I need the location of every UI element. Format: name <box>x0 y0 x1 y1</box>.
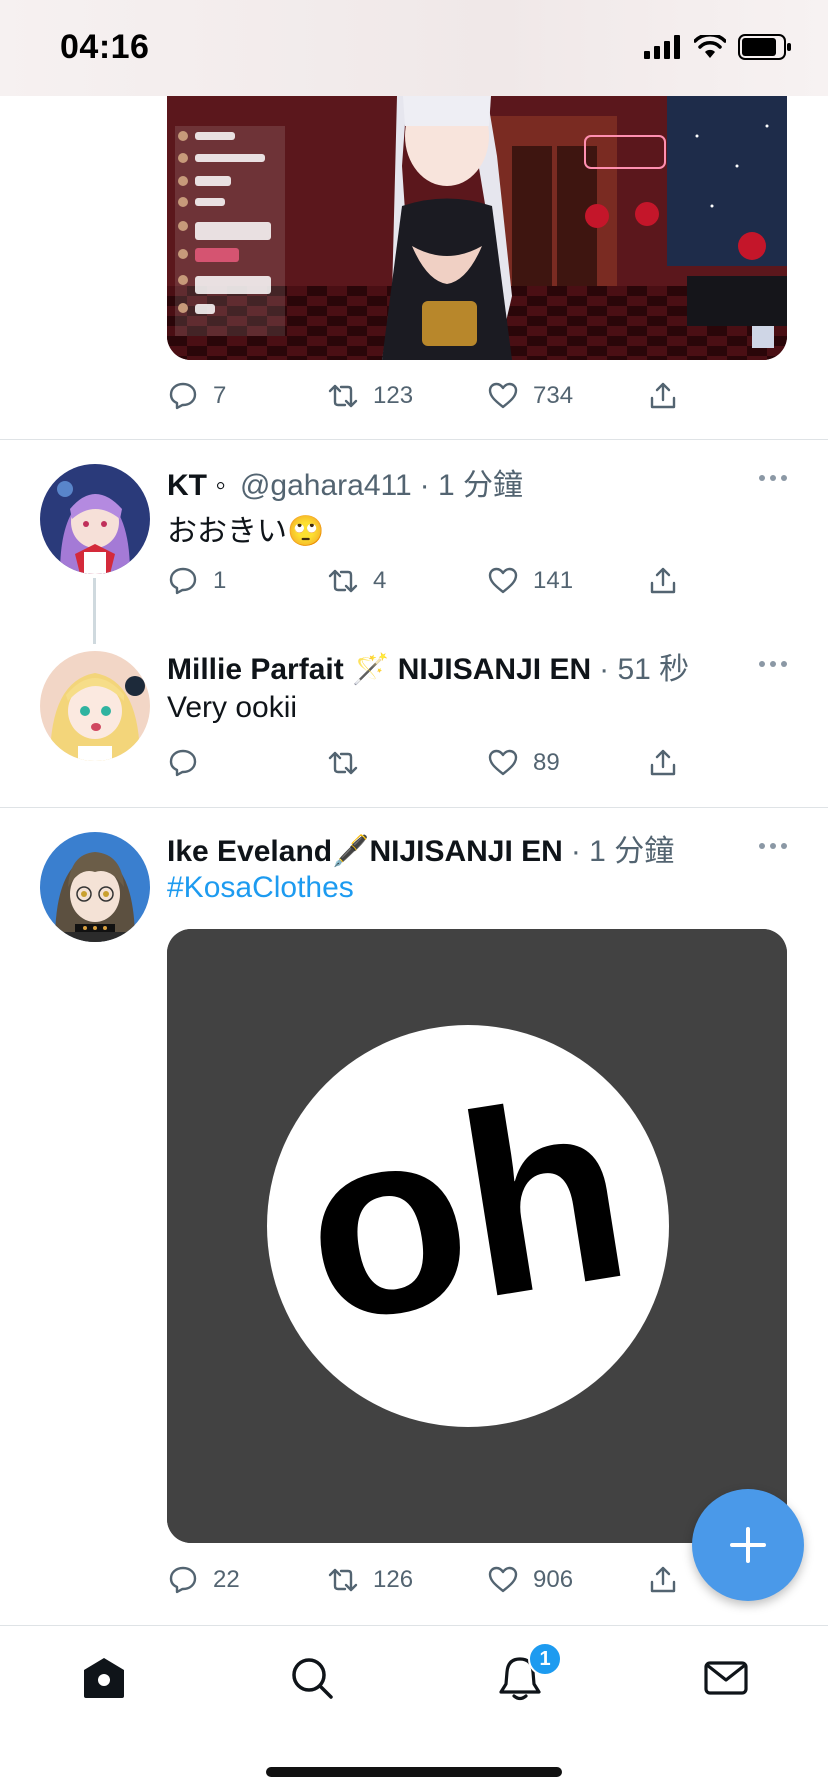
oh-reaction-image: oh <box>167 929 787 1543</box>
retweet-icon <box>328 384 358 408</box>
like-button[interactable]: 141 <box>487 565 647 597</box>
retweet-icon <box>328 751 358 775</box>
like-count: 906 <box>533 1566 574 1593</box>
share-button[interactable] <box>647 380 679 412</box>
share-button[interactable] <box>647 747 679 779</box>
battery-icon <box>738 34 791 60</box>
like-count: 734 <box>533 382 574 409</box>
avatar[interactable] <box>40 832 150 942</box>
more-options-icon[interactable] <box>758 842 788 850</box>
status-time: 04:16 <box>60 28 150 66</box>
share-icon <box>650 1566 676 1593</box>
tweet-actions: 22 126 906 <box>167 1560 727 1600</box>
tweet-header: KT ◦ @gahara411 · 1 分鐘 <box>167 460 523 503</box>
tweet-divider <box>0 439 828 440</box>
messages-icon[interactable] <box>702 1654 750 1702</box>
share-icon <box>650 749 676 776</box>
author-name[interactable]: Millie Parfait 🪄 NIJISANJI EN <box>167 652 591 687</box>
avatar[interactable] <box>40 464 150 574</box>
reply-button[interactable] <box>167 747 327 779</box>
tweet-actions: 1 4 141 <box>167 561 727 601</box>
heart-icon <box>488 749 518 776</box>
reply-count: 1 <box>213 567 227 594</box>
reply-button[interactable]: 7 <box>167 380 327 412</box>
home-indicator[interactable] <box>266 1767 562 1777</box>
avatar-kt-image <box>40 464 150 574</box>
more-options-icon[interactable] <box>758 660 788 668</box>
reply-count: 22 <box>213 1566 240 1593</box>
tweet-divider <box>0 807 828 808</box>
wifi-icon <box>694 35 726 58</box>
hashtag-link[interactable]: #KosaClothes <box>167 871 354 905</box>
tweet-time: · 51 秒 <box>599 653 690 686</box>
tweet-actions: 7 123 734 <box>167 376 727 416</box>
retweet-button[interactable]: 126 <box>327 1564 487 1596</box>
author-name[interactable]: KT ◦ <box>167 469 226 503</box>
notification-badge: 1 <box>528 1642 562 1676</box>
tweet-time: · 1 分鐘 <box>570 835 675 868</box>
signal-icon <box>644 35 680 59</box>
reply-button[interactable]: 22 <box>167 1564 327 1596</box>
tweet-actions: 89 <box>167 743 727 783</box>
retweet-icon <box>328 1568 358 1592</box>
share-icon <box>650 382 676 409</box>
retweet-count: 123 <box>373 382 414 409</box>
plus-icon <box>730 1527 766 1563</box>
reply-icon <box>169 749 197 777</box>
avatar-millie-image <box>40 651 150 761</box>
retweet-count: 4 <box>373 567 387 594</box>
tweet-header: Ike Eveland🖋️NIJISANJI EN · 1 分鐘 <box>167 826 674 869</box>
retweet-button[interactable] <box>327 747 487 779</box>
heart-icon <box>488 567 518 594</box>
avatar-ike-image <box>40 832 150 942</box>
author-name[interactable]: Ike Eveland🖋️NIJISANJI EN <box>167 834 563 869</box>
home-icon[interactable] <box>80 1654 128 1702</box>
like-button[interactable]: 89 <box>487 747 647 779</box>
share-button[interactable] <box>647 565 679 597</box>
timeline-screen: 04:16 7 123 734 KT ◦ @gahara411 · 1 分鐘 お… <box>0 0 828 1792</box>
status-icons <box>644 34 792 60</box>
retweet-count: 126 <box>373 1566 414 1593</box>
share-icon <box>650 567 676 594</box>
tweet-time: · 1 分鐘 <box>419 469 524 502</box>
tweet-header: Millie Parfait 🪄 NIJISANJI EN · 51 秒 <box>167 644 689 687</box>
tweet-media-image[interactable] <box>167 96 787 360</box>
tweet-media-image[interactable]: oh <box>167 929 787 1543</box>
author-handle[interactable]: @gahara411 <box>240 469 412 503</box>
compose-tweet-button[interactable] <box>692 1489 804 1601</box>
thread-line <box>93 578 96 644</box>
heart-icon <box>488 382 518 409</box>
retweet-button[interactable]: 123 <box>327 380 487 412</box>
like-count: 89 <box>533 749 560 776</box>
search-icon[interactable] <box>288 1654 336 1702</box>
reply-icon <box>169 567 197 595</box>
more-options-icon[interactable] <box>758 474 788 482</box>
reply-icon <box>169 1566 197 1594</box>
reply-button[interactable]: 1 <box>167 565 327 597</box>
heart-icon <box>488 1566 518 1593</box>
reply-icon <box>169 382 197 410</box>
retweet-button[interactable]: 4 <box>327 565 487 597</box>
like-button[interactable]: 906 <box>487 1564 647 1596</box>
oh-media-text: oh <box>286 1042 645 1378</box>
stream-screenshot-image <box>167 96 787 360</box>
reply-count: 7 <box>213 382 227 409</box>
like-count: 141 <box>533 567 574 594</box>
status-bar: 04:16 <box>0 0 828 96</box>
share-button[interactable] <box>647 1564 679 1596</box>
avatar[interactable] <box>40 651 150 761</box>
tweet-text: おおきい🙄 <box>167 515 325 548</box>
like-button[interactable]: 734 <box>487 380 647 412</box>
tweet-text: Very ookii <box>167 691 298 724</box>
retweet-icon <box>328 569 358 593</box>
